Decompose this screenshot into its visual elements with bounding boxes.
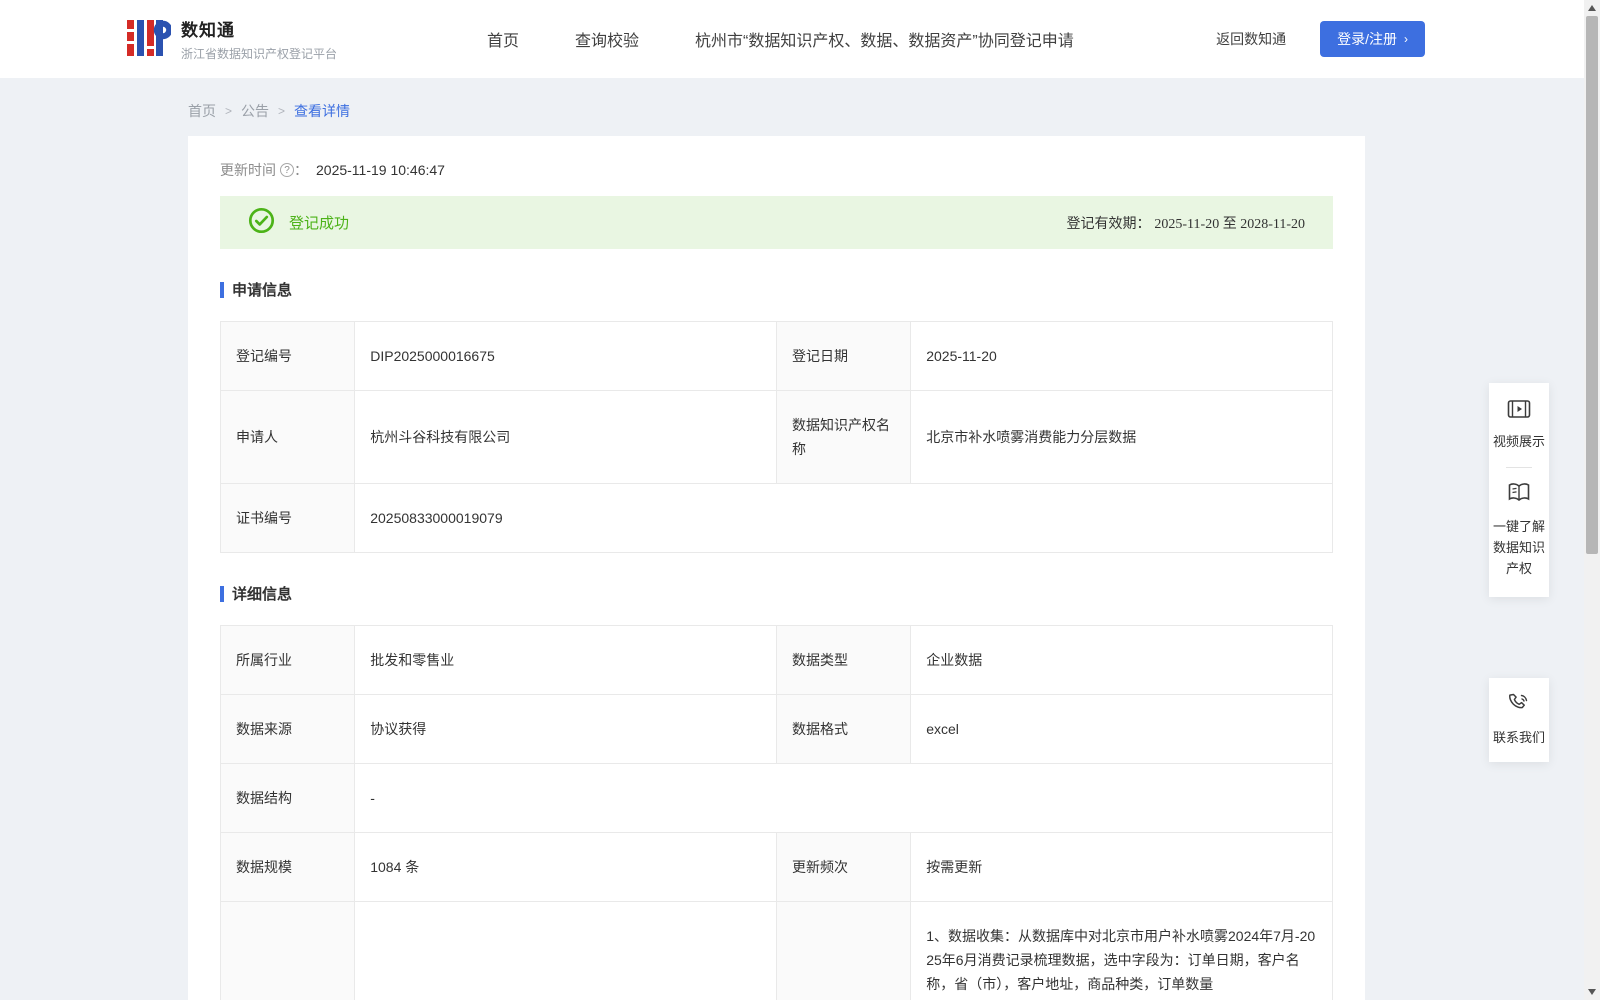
header-right: 返回数知通 登录/注册 › [1216,21,1425,57]
floating-panel-resources: 视频展示 一键了解数据知识产权 [1489,383,1549,597]
source-value: 协议获得 [355,695,777,764]
contact-us-label: 联系我们 [1493,727,1545,748]
logo-text: 数知通 浙江省数据知识产权登记平台 [181,16,337,62]
reg-no-label: 登记编号 [221,322,355,391]
logo-icon [125,14,171,65]
structure-label: 数据结构 [221,764,355,833]
update-time-value: 2025-11-19 10:46:47 [316,162,445,178]
validity-dates: 2025-11-20 至 2028-11-20 [1154,217,1305,232]
scale-label: 数据规模 [221,833,355,902]
apply-info-table: 登记编号 DIP2025000016675 登记日期 2025-11-20 申请… [220,321,1333,553]
format-label: 数据格式 [776,695,910,764]
applicant-label: 申请人 [221,391,355,484]
breadcrumb-separator: > [278,104,285,118]
logo-title: 数知通 [181,16,337,41]
empty-label-cell [776,902,910,1000]
scale-value: 1084 条 [355,833,777,902]
industry-label: 所属行业 [221,626,355,695]
status: 登记成功 [248,207,349,239]
breadcrumb-separator: > [225,104,232,118]
breadcrumb: 首页 > 公告 > 查看详情 [188,101,1600,121]
video-showcase-item[interactable]: 视频展示 [1493,399,1545,452]
check-circle-icon [248,207,275,239]
section-title-detail-info: 详细信息 [220,583,1333,604]
structure-value: - [355,764,1333,833]
cert-no-value: 20250833000019079 [355,484,1333,553]
section-title-text: 申请信息 [232,279,292,300]
nav-item-home[interactable]: 首页 [487,27,519,51]
frequency-value: 按需更新 [911,833,1333,902]
update-time-row: 更新时间 ? ： 2025-11-19 10:46:47 [220,152,1333,180]
logo[interactable]: 数知通 浙江省数据知识产权登记平台 [125,14,337,65]
table-row: 所属行业 批发和零售业 数据类型 企业数据 [221,626,1333,695]
data-type-value: 企业数据 [911,626,1333,695]
learn-data-ip-item[interactable]: 一键了解数据知识产权 [1493,482,1545,579]
section-bar [220,586,224,602]
applicant-value: 杭州斗谷科技有限公司 [355,391,777,484]
table-row: 登记编号 DIP2025000016675 登记日期 2025-11-20 [221,322,1333,391]
table-row: 数据结构 - [221,764,1333,833]
back-to-shuzhitong-link[interactable]: 返回数知通 [1216,29,1286,49]
source-label: 数据来源 [221,695,355,764]
scroll-up-icon[interactable] [1588,5,1596,11]
nav-item-hangzhou-joint-registration[interactable]: 杭州市“数据知识产权、数据、数据资产”协同登记申请 [695,27,1074,51]
table-row: 证书编号 20250833000019079 [221,484,1333,553]
registration-status-banner: 登记成功 登记有效期： 2025-11-20 至 2028-11-20 [220,196,1333,249]
ip-name-label: 数据知识产权名称 [776,391,910,484]
ip-name-value: 北京市补水喷雾消费能力分层数据 [911,391,1333,484]
update-time-colon: ： [294,160,308,180]
section-bar [220,282,224,298]
reg-date-label: 登记日期 [776,322,910,391]
empty-label-cell [221,902,355,1000]
main-nav: 首页 查询校验 杭州市“数据知识产权、数据、数据资产”协同登记申请 [487,27,1130,51]
scroll-down-icon[interactable] [1588,989,1596,995]
breadcrumb-current: 查看详情 [294,101,350,121]
divider [1506,467,1532,468]
table-row: 申请人 杭州斗谷科技有限公司 数据知识产权名称 北京市补水喷雾消费能力分层数据 [221,391,1333,484]
detail-info-table: 所属行业 批发和零售业 数据类型 企业数据 数据来源 协议获得 数据格式 exc… [220,625,1333,1000]
login-register-button[interactable]: 登录/注册 › [1320,21,1425,57]
chevron-right-icon: › [1404,32,1408,46]
table-row: 1、数据收集：从数据库中对北京市用户补水喷雾2024年7月-2025年6月消费记… [221,902,1333,1000]
table-row: 数据规模 1084 条 更新频次 按需更新 [221,833,1333,902]
book-icon [1507,491,1531,508]
description-value: 1、数据收集：从数据库中对北京市用户补水喷雾2024年7月-2025年6月消费记… [911,902,1333,1000]
logo-subtitle: 浙江省数据知识产权登记平台 [181,45,337,62]
validity-period: 登记有效期： 2025-11-20 至 2028-11-20 [1067,213,1306,233]
breadcrumb-home[interactable]: 首页 [188,101,216,121]
video-showcase-label: 视频展示 [1493,431,1545,452]
status-text: 登记成功 [289,212,349,233]
section-title-text: 详细信息 [232,583,292,604]
frequency-label: 更新频次 [776,833,910,902]
table-row: 数据来源 协议获得 数据格式 excel [221,695,1333,764]
section-title-apply-info: 申请信息 [220,279,1333,300]
vertical-scrollbar[interactable] [1584,0,1600,1000]
cert-no-label: 证书编号 [221,484,355,553]
phone-icon [1507,702,1531,719]
update-time-label: 更新时间 [220,160,276,180]
scrollbar-thumb[interactable] [1586,16,1598,554]
data-type-label: 数据类型 [776,626,910,695]
format-value: excel [911,695,1333,764]
detail-card: 更新时间 ? ： 2025-11-19 10:46:47 登记成功 登记有效期：… [188,136,1365,1000]
floating-panel-contact[interactable]: 联系我们 [1489,678,1549,762]
industry-value: 批发和零售业 [355,626,777,695]
reg-no-value: DIP2025000016675 [355,322,777,391]
validity-label: 登记有效期： [1067,215,1151,231]
login-register-label: 登录/注册 [1337,29,1397,49]
header: 数知通 浙江省数据知识产权登记平台 首页 查询校验 杭州市“数据知识产权、数据、… [0,0,1600,78]
video-icon [1507,406,1531,423]
reg-date-value: 2025-11-20 [911,322,1333,391]
empty-value-cell [355,902,777,1000]
nav-item-query-verify[interactable]: 查询校验 [575,27,639,51]
breadcrumb-announcement[interactable]: 公告 [241,101,269,121]
learn-data-ip-label: 一键了解数据知识产权 [1493,516,1545,579]
help-icon[interactable]: ? [280,163,294,177]
